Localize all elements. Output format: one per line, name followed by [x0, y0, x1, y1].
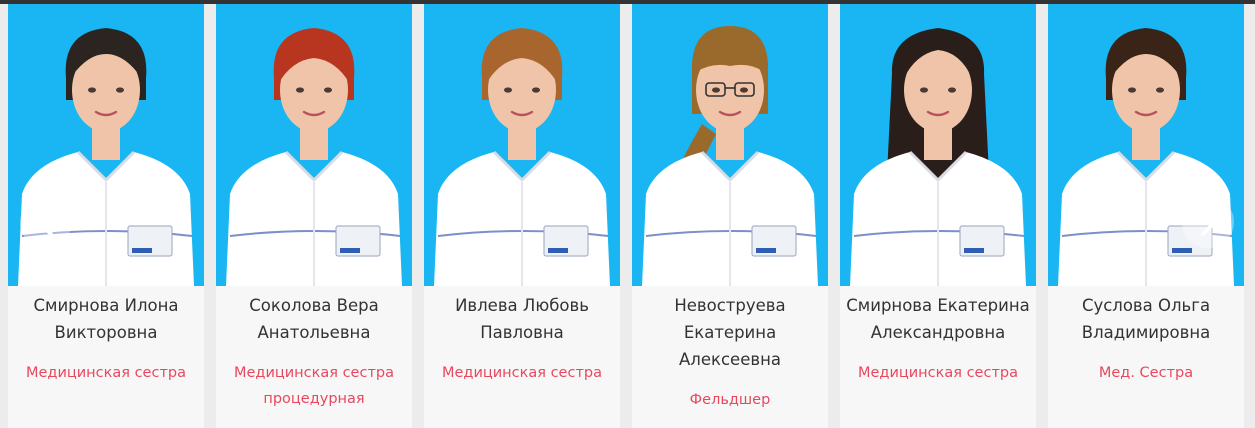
staff-role-6: Мед. Сестра — [1098, 365, 1194, 381]
staff-photo-3 — [424, 4, 620, 286]
staff-role-4: Фельдшер — [689, 392, 771, 408]
carousel-prev-button[interactable] — [20, 196, 72, 248]
staff-carousel: Смирнова Илона Викторовна Медицинская се… — [0, 4, 1255, 428]
portrait-illustration — [840, 4, 1036, 286]
staff-role-5: Медицинская сестра — [857, 365, 1018, 381]
staff-card-4[interactable]: Невоструева Екатерина Алексеевна Фельдше… — [632, 4, 828, 428]
chevron-right-icon — [1201, 208, 1217, 236]
staff-name-3: Ивлева Любовь Павловна — [455, 296, 589, 342]
staff-name-4: Невоструева Екатерина Алексеевна — [674, 296, 786, 369]
staff-name-5: Смирнова Екатерина Александровна — [846, 296, 1030, 342]
staff-name-2: Соколова Вера Анатольевна — [249, 296, 379, 342]
chevron-left-icon — [37, 208, 53, 236]
staff-role-2: Медицинская сестра процедурная — [233, 365, 394, 407]
staff-name-6: Суслова Ольга Владимировна — [1081, 296, 1211, 342]
staff-name-1: Смирнова Илона Викторовна — [33, 296, 179, 342]
staff-role-1: Медицинская сестра — [25, 365, 186, 381]
staff-card-2[interactable]: Соколова Вера Анатольевна Медицинская се… — [216, 4, 412, 428]
portrait-illustration — [632, 4, 828, 286]
staff-card-3[interactable]: Ивлева Любовь Павловна Медицинская сестр… — [424, 4, 620, 428]
portrait-illustration — [216, 4, 412, 286]
staff-role-3: Медицинская сестра — [441, 365, 602, 381]
staff-photo-2 — [216, 4, 412, 286]
portrait-illustration — [424, 4, 620, 286]
staff-photo-4 — [632, 4, 828, 286]
staff-photo-5 — [840, 4, 1036, 286]
staff-card-5[interactable]: Смирнова Екатерина Александровна Медицин… — [840, 4, 1036, 428]
carousel-next-button[interactable] — [1182, 196, 1234, 248]
